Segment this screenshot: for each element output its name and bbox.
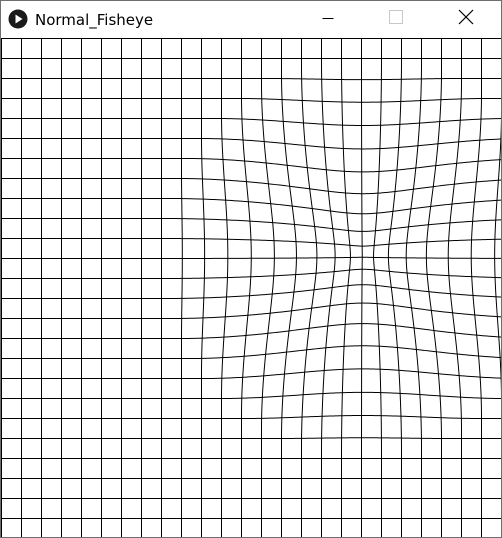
grid-horizontal-line	[1, 118, 501, 127]
sketch-canvas[interactable]	[1, 38, 501, 537]
grid-vertical-line	[361, 38, 363, 537]
grid-vertical-line	[447, 38, 462, 537]
maximize-icon	[389, 10, 403, 29]
minimize-icon	[322, 11, 334, 29]
grid-vertical-line	[425, 38, 442, 537]
grid-horizontal-line	[1, 178, 501, 195]
grid-horizontal-line	[1, 345, 501, 359]
grid-vertical-line	[494, 38, 501, 537]
title-bar[interactable]: Normal_Fisheye	[1, 1, 501, 38]
grid-vertical-line	[281, 38, 297, 537]
grid-vertical-line	[261, 38, 275, 537]
grid-horizontal-line	[1, 437, 501, 439]
grid-horizontal-line	[1, 198, 501, 215]
grid-vertical-line	[373, 38, 382, 537]
grid-horizontal-line	[1, 323, 501, 339]
fisheye-grid	[1, 38, 501, 537]
close-icon	[458, 9, 474, 30]
grid-vertical-line	[221, 38, 229, 537]
grid-horizontal-line	[1, 302, 501, 319]
grid-vertical-line	[470, 38, 482, 537]
grid-horizontal-line	[1, 391, 501, 399]
grid-vertical-line	[201, 38, 206, 537]
grid-horizontal-line	[1, 138, 501, 150]
grid-horizontal-line	[1, 98, 501, 103]
maximize-button	[373, 1, 419, 38]
app-window: Normal_Fisheye	[0, 0, 502, 538]
grid-horizontal-line	[1, 415, 501, 419]
grid-horizontal-line	[1, 158, 501, 173]
grid-vertical-line	[241, 38, 252, 537]
window-title: Normal_Fisheye	[35, 11, 154, 29]
grid-horizontal-line	[1, 78, 501, 81]
grid-horizontal-line	[1, 368, 501, 379]
grid-vertical-line	[181, 38, 183, 537]
close-button[interactable]	[443, 1, 489, 38]
grid-horizontal-line	[1, 218, 501, 232]
grid-horizontal-line	[1, 284, 501, 299]
processing-play-icon	[8, 9, 28, 29]
grid-vertical-line	[301, 38, 318, 537]
grid-vertical-line	[405, 38, 422, 537]
grid-vertical-line	[341, 38, 351, 537]
minimize-button[interactable]	[305, 1, 351, 38]
